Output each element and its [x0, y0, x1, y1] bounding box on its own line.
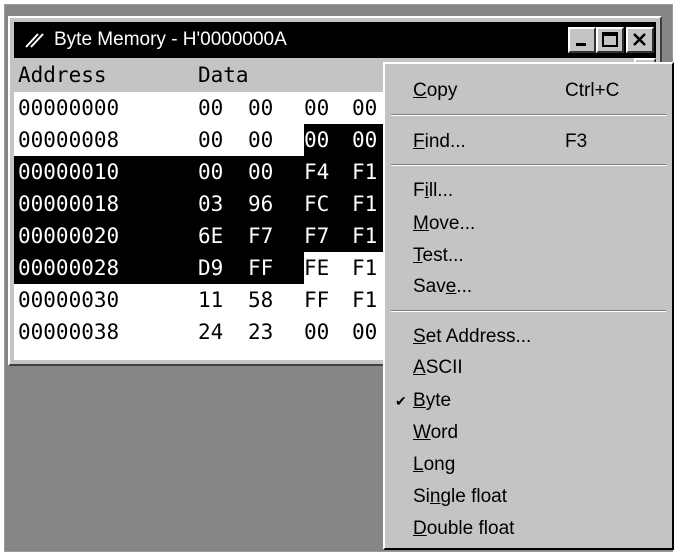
data-byte[interactable]: 03: [198, 188, 236, 220]
menu-separator: [391, 310, 666, 312]
menu-item-copy[interactable]: Copy Ctrl+C: [385, 76, 672, 106]
data-byte[interactable]: 00: [304, 316, 342, 348]
row-address: 00000010: [18, 160, 120, 184]
data-byte[interactable]: 00: [248, 124, 286, 156]
data-byte[interactable]: 00: [198, 124, 236, 156]
row-address: 00000000: [18, 96, 120, 120]
address-column-header: Address: [18, 63, 107, 87]
menu-item-long[interactable]: Long: [385, 450, 672, 480]
data-byte[interactable]: D9: [198, 252, 236, 284]
menu-separator: [391, 114, 666, 116]
data-byte[interactable]: FE: [304, 252, 342, 284]
data-byte[interactable]: 58: [248, 284, 286, 316]
menu-item-move[interactable]: Move...: [385, 209, 672, 239]
data-byte[interactable]: FC: [304, 188, 342, 220]
data-byte[interactable]: 00: [198, 156, 236, 188]
data-byte[interactable]: F7: [248, 220, 286, 252]
data-byte[interactable]: 24: [198, 316, 236, 348]
checkmark-icon: ✔: [395, 393, 407, 409]
menu-item-test[interactable]: Test...: [385, 241, 672, 271]
context-menu: Copy Ctrl+C Find... F3 Fill... Move... T…: [383, 62, 674, 550]
data-byte[interactable]: 96: [248, 188, 286, 220]
data-byte[interactable]: 00: [198, 92, 236, 124]
menu-item-find[interactable]: Find... F3: [385, 127, 672, 157]
data-byte[interactable]: 23: [248, 316, 286, 348]
menu-item-fill[interactable]: Fill...: [385, 176, 672, 206]
copy-shortcut: Ctrl+C: [565, 80, 620, 101]
close-icon: [633, 33, 646, 46]
data-byte[interactable]: 00: [304, 124, 352, 156]
data-byte[interactable]: 00: [248, 156, 286, 188]
data-byte[interactable]: F7: [304, 220, 342, 252]
menu-item-save[interactable]: Save...: [385, 272, 672, 302]
data-byte[interactable]: 11: [198, 284, 236, 316]
data-byte[interactable]: FF: [248, 252, 304, 284]
row-address: 00000030: [18, 288, 120, 312]
menu-separator: [391, 164, 666, 166]
menu-item-ascii[interactable]: ASCII: [385, 353, 672, 383]
find-shortcut: F3: [565, 131, 588, 152]
maximize-icon: [602, 32, 618, 47]
row-address: 00000008: [18, 128, 120, 152]
menu-item-byte[interactable]: ✔ Byte: [385, 386, 672, 416]
menu-item-set-address[interactable]: Set Address...: [385, 322, 672, 352]
data-byte[interactable]: FF: [304, 284, 342, 316]
menu-item-single-float[interactable]: Single float: [385, 482, 672, 512]
data-byte[interactable]: 6E: [198, 220, 236, 252]
close-button[interactable]: [626, 27, 654, 53]
maximize-button[interactable]: [596, 27, 624, 53]
row-address: 00000038: [18, 320, 120, 344]
data-byte[interactable]: 00: [248, 92, 286, 124]
window-title: Byte Memory - H'0000000A: [54, 29, 287, 50]
data-byte[interactable]: F4: [304, 156, 342, 188]
menu-item-word[interactable]: Word: [385, 418, 672, 448]
data-byte[interactable]: 00: [304, 92, 342, 124]
row-address: 00000018: [18, 192, 120, 216]
data-column-header: Data: [198, 63, 249, 87]
minimize-button[interactable]: [568, 27, 596, 53]
row-address: 00000020: [18, 224, 120, 248]
menu-item-double-float[interactable]: Double float: [385, 514, 672, 544]
memory-window-icon: [25, 33, 44, 48]
minimize-icon: [576, 43, 586, 46]
window-title-bar[interactable]: Byte Memory - H'0000000A: [14, 22, 656, 58]
